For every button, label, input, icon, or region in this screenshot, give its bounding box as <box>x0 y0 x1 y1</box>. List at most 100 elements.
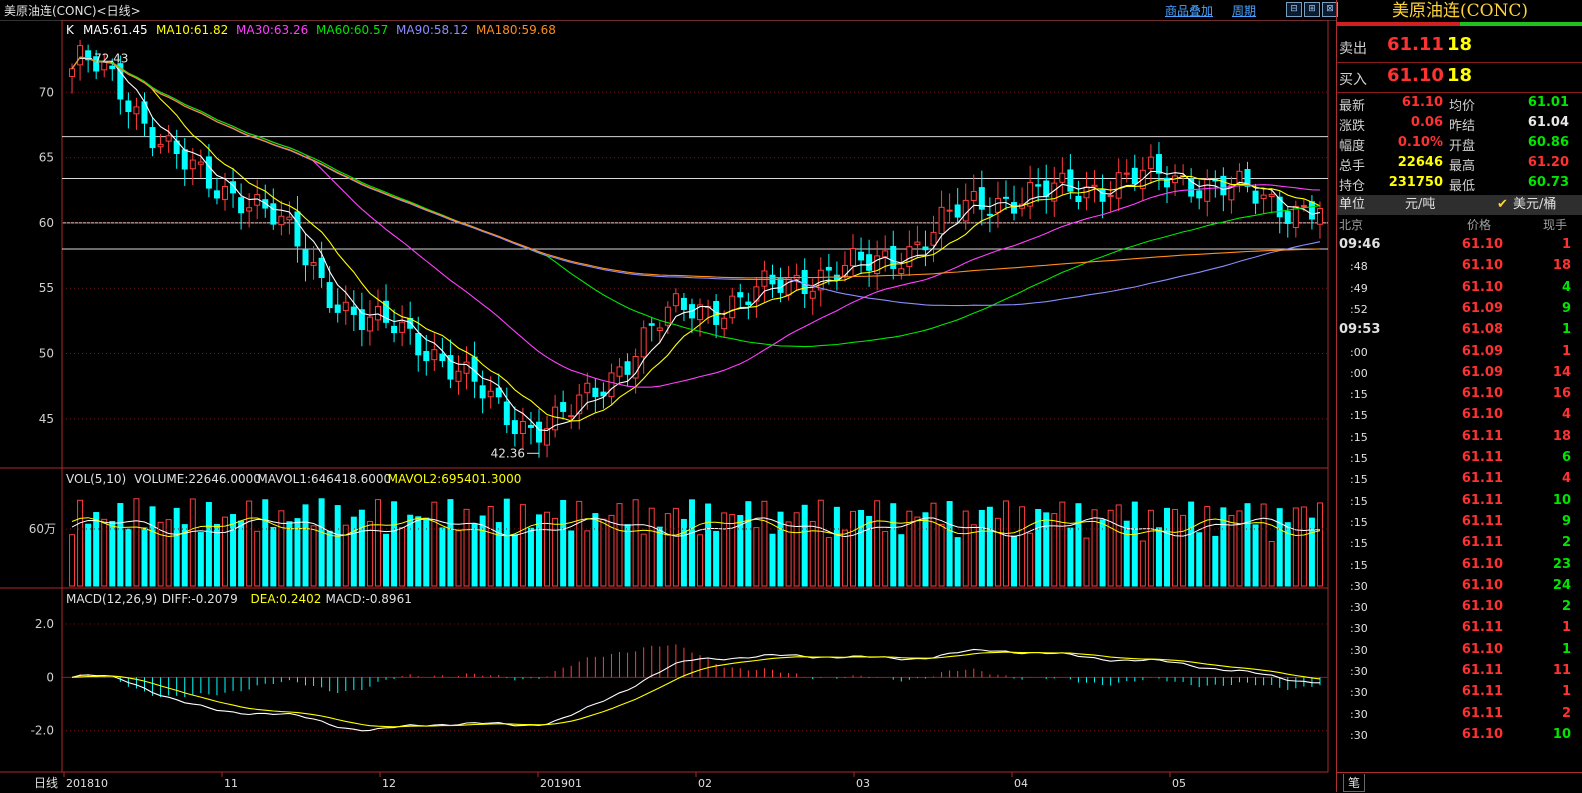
candle-body[interactable] <box>334 304 341 313</box>
tab-trades[interactable]: 笔 <box>1343 774 1366 792</box>
candle-body[interactable] <box>680 297 687 310</box>
candle-body[interactable] <box>222 185 228 200</box>
candle-body[interactable] <box>1107 194 1114 197</box>
candle-body[interactable] <box>1252 190 1259 204</box>
candle-body[interactable] <box>841 264 848 277</box>
candle-body[interactable] <box>624 361 631 375</box>
candle-body[interactable] <box>930 231 937 246</box>
candle-body[interactable] <box>858 251 865 261</box>
candle-body[interactable] <box>1204 178 1211 202</box>
candle-body[interactable] <box>1091 184 1098 188</box>
candle-body[interactable] <box>205 156 212 189</box>
candle-body[interactable] <box>882 250 889 258</box>
candle-body[interactable] <box>165 135 172 142</box>
candle-body[interactable] <box>616 366 623 377</box>
candle-body[interactable] <box>825 266 832 271</box>
candle-body[interactable] <box>109 65 116 70</box>
candle-body[interactable] <box>391 325 398 334</box>
candle-body[interactable] <box>318 257 325 279</box>
candle-body[interactable] <box>890 245 897 269</box>
candle-body[interactable] <box>157 143 164 148</box>
candle-body[interactable] <box>592 387 599 398</box>
candle-body[interactable] <box>914 241 921 246</box>
candle-body[interactable] <box>1123 172 1130 175</box>
candle-body[interactable] <box>584 382 591 394</box>
candle-body[interactable] <box>922 246 929 251</box>
candle-body[interactable] <box>1043 180 1050 198</box>
candle-body[interactable] <box>1067 169 1074 192</box>
candle-body[interactable] <box>568 415 575 418</box>
candle-body[interactable] <box>737 292 744 298</box>
candle-body[interactable] <box>463 361 470 374</box>
candle-body[interactable] <box>350 306 357 315</box>
candle-body[interactable] <box>246 207 253 212</box>
candle-body[interactable] <box>656 327 663 331</box>
candle-body[interactable] <box>527 424 534 428</box>
candle-body[interactable] <box>817 269 824 291</box>
candle-body[interactable] <box>125 100 132 113</box>
candle-body[interactable] <box>479 385 486 399</box>
unit-value[interactable]: 元/吨 <box>1405 195 1435 215</box>
candle-body[interactable] <box>970 191 977 201</box>
candle-body[interactable] <box>366 316 373 332</box>
candle-body[interactable] <box>1196 190 1203 199</box>
kline-chart[interactable]: 70 65 60 55 50 45 72.43 42.36 K MA5:61.45 MA10:61.… <box>0 20 1336 792</box>
candle-body[interactable] <box>238 197 245 214</box>
candle-body[interactable] <box>310 262 317 266</box>
candle-body[interactable] <box>197 161 204 165</box>
candle-body[interactable] <box>1131 167 1138 185</box>
candle-body[interactable] <box>1236 170 1243 184</box>
candle-body[interactable] <box>278 215 285 226</box>
candle-body[interactable] <box>1155 154 1162 174</box>
restore-icon[interactable]: ⊟ <box>1286 2 1302 17</box>
candle-body[interactable] <box>455 370 462 382</box>
candle-body[interactable] <box>1300 205 1307 208</box>
candle-body[interactable] <box>608 372 615 398</box>
overlay-commodity-link[interactable]: 商品叠加 <box>1165 2 1213 19</box>
candle-body[interactable] <box>270 203 277 225</box>
candle-body[interactable] <box>866 254 873 271</box>
candle-body[interactable] <box>511 420 518 435</box>
candle-body[interactable] <box>1002 196 1009 199</box>
candle-body[interactable] <box>77 45 84 66</box>
candle-body[interactable] <box>133 106 140 115</box>
candle-body[interactable] <box>342 301 349 312</box>
candle-body[interactable] <box>399 321 406 333</box>
candle-body[interactable] <box>1075 195 1082 202</box>
candle-body[interactable] <box>213 190 220 199</box>
candle-body[interactable] <box>286 216 293 221</box>
candle-body[interactable] <box>374 305 381 321</box>
candle-body[interactable] <box>906 246 913 268</box>
candle-body[interactable] <box>1284 211 1291 224</box>
candle-body[interactable] <box>560 402 567 412</box>
candle-body[interactable] <box>1316 208 1323 225</box>
candle-body[interactable] <box>536 421 542 443</box>
candle-body[interactable] <box>181 149 188 170</box>
candle-body[interactable] <box>1260 194 1267 199</box>
candle-body[interactable] <box>898 268 905 274</box>
candle-body[interactable] <box>439 353 446 362</box>
candle-body[interactable] <box>149 127 156 149</box>
candle-body[interactable] <box>640 327 647 358</box>
candle-body[interactable] <box>648 323 655 326</box>
candle-body[interactable] <box>850 248 856 267</box>
candle-body[interactable] <box>745 301 752 305</box>
candle-body[interactable] <box>487 390 494 398</box>
candle-body[interactable] <box>729 295 736 319</box>
candle-body[interactable] <box>994 198 1001 213</box>
candle-body[interactable] <box>809 290 816 299</box>
candle-body[interactable] <box>761 270 768 287</box>
candle-body[interactable] <box>1268 193 1275 197</box>
candle-body[interactable] <box>1115 172 1122 199</box>
candle-body[interactable] <box>69 68 76 78</box>
maximize-icon[interactable]: ⊞ <box>1304 2 1320 17</box>
candle-body[interactable] <box>1011 202 1018 214</box>
candle-body[interactable] <box>946 209 953 212</box>
candle-body[interactable] <box>1220 175 1227 196</box>
candle-body[interactable] <box>1059 172 1066 183</box>
candle-body[interactable] <box>954 204 961 218</box>
candle-body[interactable] <box>1035 184 1042 187</box>
candle-body[interactable] <box>302 248 309 266</box>
candle-body[interactable] <box>672 293 679 307</box>
candle-body[interactable] <box>326 282 333 309</box>
